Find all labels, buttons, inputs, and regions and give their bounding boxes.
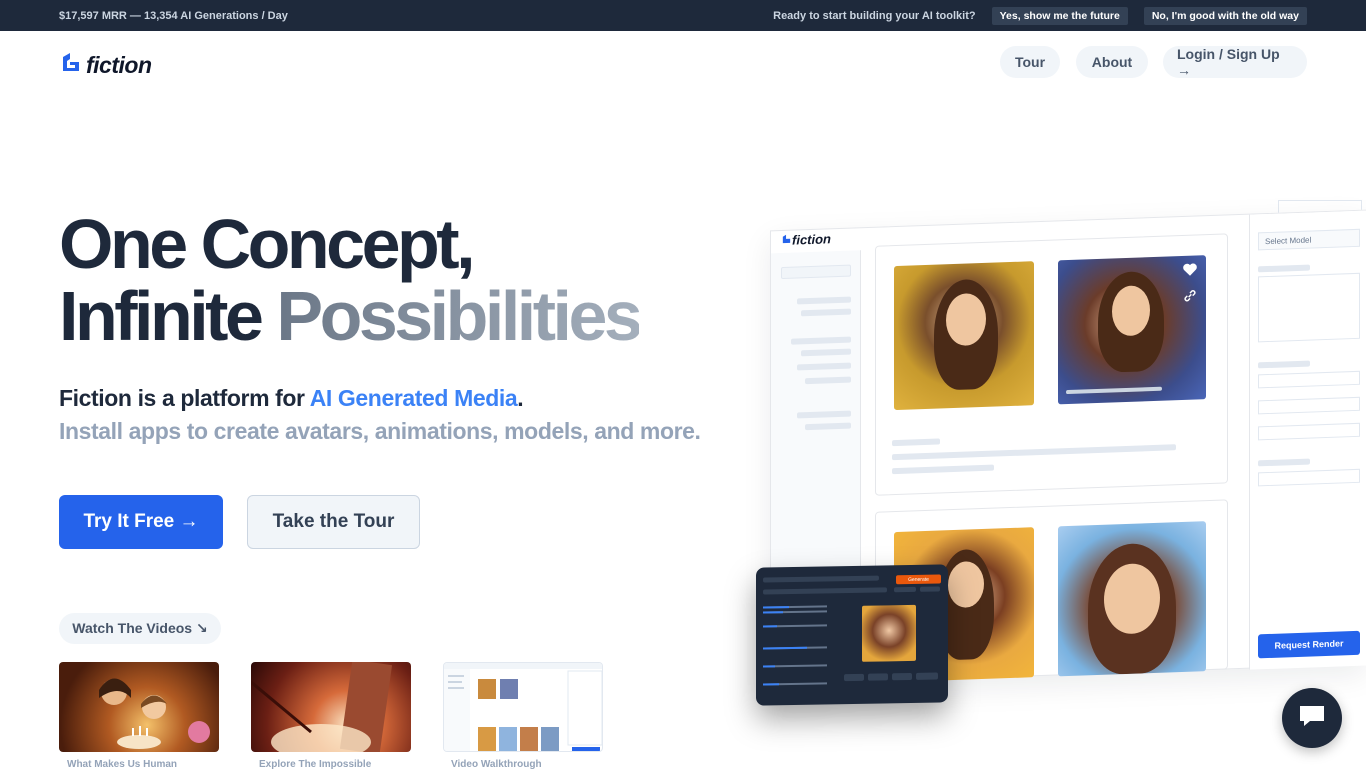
main-nav: fiction Tour About Login / Sign Up →	[0, 31, 1366, 95]
video-label: Explore The Impossible	[259, 759, 372, 770]
hero-title: One Concept, Infinite Possibilities	[59, 205, 643, 355]
sidebar-item	[805, 422, 851, 431]
nav-login-button[interactable]: Login / Sign Up →	[1163, 46, 1307, 78]
mockup-logo-text: fiction	[792, 231, 831, 248]
subtitle-prefix: Fiction is a platform for	[59, 385, 310, 411]
heart-icon[interactable]	[1182, 261, 1198, 283]
panel-bar	[763, 587, 887, 595]
video-label: Video Walkthrough	[451, 759, 542, 770]
hero-title-line2-plain: Infinite	[59, 277, 277, 355]
chat-launcher-button[interactable]	[1282, 688, 1342, 748]
panel-chip[interactable]	[868, 673, 888, 681]
video-thumbnail-impossible[interactable]	[251, 662, 411, 752]
link-icon[interactable]	[1182, 287, 1198, 309]
settings-label	[1258, 458, 1310, 467]
portrait-image[interactable]	[894, 261, 1034, 411]
subtitle-highlight: AI Generated Media	[309, 385, 518, 411]
sidebar-item	[797, 362, 851, 371]
slider[interactable]	[763, 664, 827, 668]
render-card	[875, 233, 1228, 496]
portrait-image[interactable]	[1058, 255, 1206, 405]
announcement-actions: Ready to start building your AI toolkit?…	[773, 6, 1307, 25]
subtitle-suffix: .	[517, 385, 524, 411]
settings-label	[1258, 264, 1310, 273]
caption-bar	[892, 438, 940, 447]
announcement-question: Ready to start building your AI toolkit?	[773, 9, 976, 22]
chat-icon	[1297, 703, 1327, 734]
prompt-textarea[interactable]	[1258, 272, 1360, 343]
portrait-image[interactable]	[1058, 521, 1206, 677]
sidebar-item	[791, 336, 851, 345]
generator-panel: Generate	[756, 564, 948, 706]
mockup-settings-panel: Select Model Request Render	[1249, 210, 1366, 670]
panel-bar	[763, 575, 879, 583]
panel-bar	[894, 586, 916, 593]
yes-future-button[interactable]: Yes, show me the future	[991, 6, 1128, 25]
sidebar-item	[801, 348, 851, 357]
take-tour-button[interactable]: Take the Tour	[247, 495, 420, 549]
try-free-button[interactable]: Try It Free →	[59, 495, 223, 549]
settings-field[interactable]	[1258, 468, 1360, 487]
nav-about-button[interactable]: About	[1076, 46, 1148, 78]
settings-label	[1258, 360, 1310, 369]
hero-title-line1: One Concept,	[59, 205, 476, 283]
hero-description: Install apps to create avatars, animatio…	[59, 418, 701, 444]
settings-field[interactable]	[1258, 396, 1360, 415]
sidebar-item	[801, 308, 851, 317]
generate-button[interactable]: Generate	[896, 574, 941, 585]
announcement-bar: $17,597 MRR — 13,354 AI Generations / Da…	[0, 0, 1366, 31]
caption-bar	[892, 464, 994, 475]
logo[interactable]: fiction	[59, 51, 152, 80]
sidebar-search	[781, 264, 851, 280]
caption-bar	[892, 444, 1176, 461]
fiction-logo-icon	[59, 51, 83, 80]
slider[interactable]	[763, 682, 827, 686]
slider[interactable]	[763, 610, 827, 614]
request-render-button[interactable]: Request Render	[1258, 630, 1360, 659]
video-label: What Makes Us Human	[67, 759, 178, 770]
slider[interactable]	[763, 624, 827, 628]
sidebar-item	[797, 296, 851, 305]
fiction-logo-icon	[781, 233, 792, 248]
sidebar-item	[797, 410, 851, 419]
sidebar-item	[805, 376, 851, 385]
hero-subtitle: Fiction is a platform for AI Generated M…	[59, 385, 524, 412]
hero-title-line2: Infinite Possibilities	[59, 277, 643, 355]
video-thumbnail-walkthrough[interactable]	[443, 662, 603, 752]
progress-bar	[1066, 386, 1162, 395]
panel-bar	[920, 586, 940, 592]
nav-tour-button[interactable]: Tour	[1000, 46, 1060, 78]
panel-chip[interactable]	[892, 672, 912, 681]
slider[interactable]	[763, 646, 827, 650]
video-thumbnail-human[interactable]	[59, 662, 219, 752]
logo-text: fiction	[86, 52, 152, 78]
hero-title-gradient: Possibilities	[276, 277, 642, 355]
panel-chip[interactable]	[916, 672, 938, 680]
generated-preview-image	[862, 604, 916, 662]
mockup-logo: fiction	[781, 231, 831, 248]
stats-text: $17,597 MRR — 13,354 AI Generations / Da…	[59, 9, 288, 22]
slider[interactable]	[763, 605, 827, 609]
settings-field[interactable]	[1258, 422, 1360, 441]
panel-chip[interactable]	[844, 673, 864, 682]
settings-field[interactable]	[1258, 370, 1360, 389]
watch-videos-button[interactable]: Watch The Videos ↘	[59, 613, 221, 644]
no-old-way-button[interactable]: No, I'm good with the old way	[1143, 6, 1307, 25]
select-model-dropdown[interactable]: Select Model	[1258, 228, 1360, 251]
